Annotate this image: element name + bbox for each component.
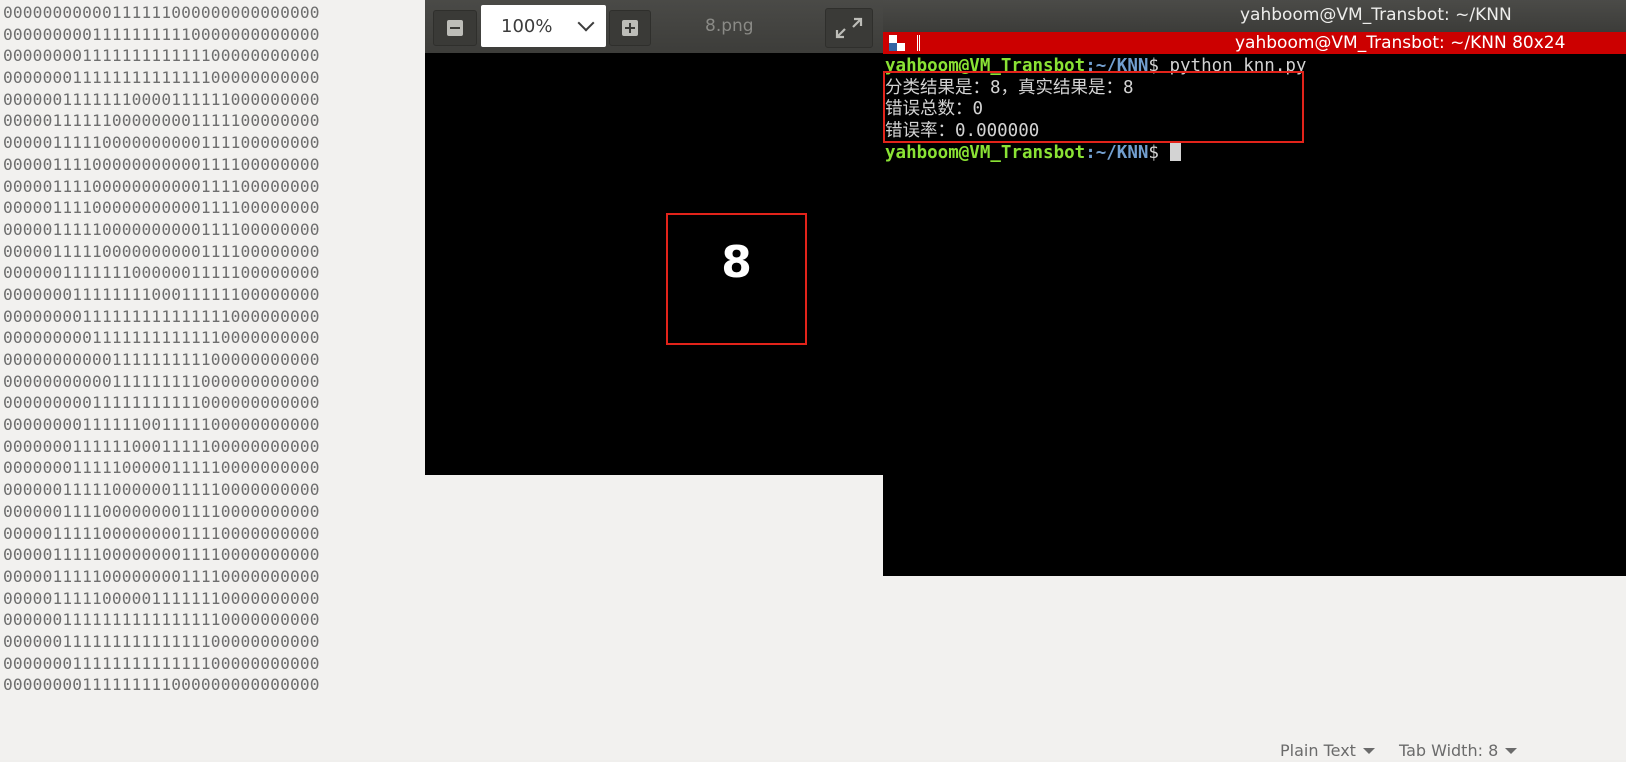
language-label: Plain Text: [1280, 740, 1356, 760]
digit-image: 8: [721, 237, 752, 288]
matrix-row: 00000111111000000001111100000000: [3, 111, 320, 131]
matrix-row: 00000111110000000011110000000000: [3, 566, 320, 586]
prompt-symbol: $: [1148, 142, 1159, 163]
zoom-level-value: 100%: [501, 15, 553, 37]
matrix-row: 00000011111111111111100000000000: [3, 631, 320, 651]
chevron-down-icon: [577, 14, 595, 32]
matrix-row: 00000111100000000000111100000000: [3, 176, 320, 196]
matrix-row: 00000111110000000000111100000000: [3, 241, 320, 261]
matrix-row: 00000000111111001111100000000000: [3, 415, 320, 435]
digit-matrix-text[interactable]: 00000000000111111000000000000000 00000000…: [3, 2, 320, 696]
tab-width-selector[interactable]: Tab Width: 8: [1398, 738, 1518, 762]
matrix-row: 00000000111111111111100000000000: [3, 46, 320, 66]
divider-icon: [917, 35, 920, 51]
language-selector[interactable]: Plain Text: [1280, 738, 1375, 762]
matrix-row: 00000011111000000111110000000000: [3, 480, 320, 500]
matrix-row: 00000001111111100011111100000000: [3, 284, 320, 304]
matrix-row: 00000111110000000011110000000000: [3, 523, 320, 543]
matrix-row: 00000011111111111111110000000000: [3, 610, 320, 630]
matrix-row: 00000000000111111111100000000000: [3, 350, 320, 369]
matrix-row: 00000000000111111111000000000000: [3, 371, 320, 391]
terminal-tab-bar[interactable]: yahboom@VM_Transbot: ~/KNN 80x24: [883, 32, 1626, 54]
terminal-tab-title: yahboom@VM_Transbot: ~/KNN 80x24: [1235, 33, 1566, 53]
matrix-row: 00000000011111111111110000000000: [3, 328, 320, 348]
matrix-row: 00000011110000000011110000000000: [3, 501, 320, 521]
matrix-row: 00000001111100000111110000000000: [3, 458, 320, 478]
dropdown-arrow-icon: [1362, 747, 1375, 754]
prompt-line: yahboom@VM_Transbot:~/KNN$: [885, 142, 1306, 165]
prompt-user: yahboom@VM_Transbot: [885, 142, 1086, 163]
terminal-window[interactable]: yahboom@VM_Transbot: ~/KNN yahboom@VM_Tr…: [883, 0, 1626, 576]
annotation-box-image: 8: [666, 213, 807, 345]
terminal-titlebar[interactable]: yahboom@VM_Transbot: ~/KNN: [883, 0, 1626, 32]
image-viewer-window: 100% 8.png 8: [425, 0, 891, 475]
fullscreen-button[interactable]: [825, 8, 873, 48]
matrix-row: 00000001111111111111100000000000: [3, 653, 320, 673]
tab-width-label: Tab Width: 8: [1398, 740, 1499, 760]
cursor: [1169, 142, 1181, 161]
annotation-box-output: [883, 71, 1304, 143]
matrix-row: 00000000011111111110000000000000: [3, 24, 320, 44]
matrix-row: 00000001111110001111100000000000: [3, 436, 320, 456]
viewer-toolbar: 100% 8.png: [425, 0, 891, 53]
matrix-row: 00000011111110000111111000000000: [3, 89, 320, 109]
dropdown-arrow-icon: [1505, 747, 1518, 754]
matrix-row: 00000111110000000000111100000000: [3, 133, 320, 153]
matrix-row: 00000011111110000001111100000000: [3, 263, 320, 283]
image-filename: 8.png: [705, 16, 754, 36]
terminal-window-title: yahboom@VM_Transbot: ~/KNN: [1240, 5, 1512, 25]
matrix-row: 00000000011111111111000000000000: [3, 393, 320, 413]
plus-icon: [622, 20, 638, 36]
matrix-row: 00000111100000000000111100000000: [3, 198, 320, 218]
matrix-row: 00000001111111111111100000000000: [3, 68, 320, 88]
editor-statusbar: Plain Text Tab Width: 8: [1280, 738, 1518, 762]
zoom-level-select[interactable]: 100%: [481, 5, 606, 47]
matrix-row: 00000000111111111111111000000000: [3, 306, 320, 326]
matrix-row: 00000111110000011111110000000000: [3, 588, 320, 608]
terminal-menu-icon[interactable]: [889, 35, 905, 51]
matrix-row: 00000111110000000000111100000000: [3, 219, 320, 239]
fullscreen-icon: [835, 17, 863, 39]
matrix-row: 00000111100000000000111100000000: [3, 154, 320, 174]
zoom-in-button[interactable]: [609, 10, 651, 46]
matrix-row: 00000000111111111000000000000000: [3, 675, 320, 695]
matrix-row: 00000111110000000011110000000000: [3, 545, 320, 565]
matrix-row: 00000000000111111000000000000000: [3, 3, 320, 22]
zoom-out-button[interactable]: [433, 10, 477, 46]
prompt-path: :~/KNN: [1085, 142, 1149, 163]
minus-icon: [447, 20, 463, 36]
